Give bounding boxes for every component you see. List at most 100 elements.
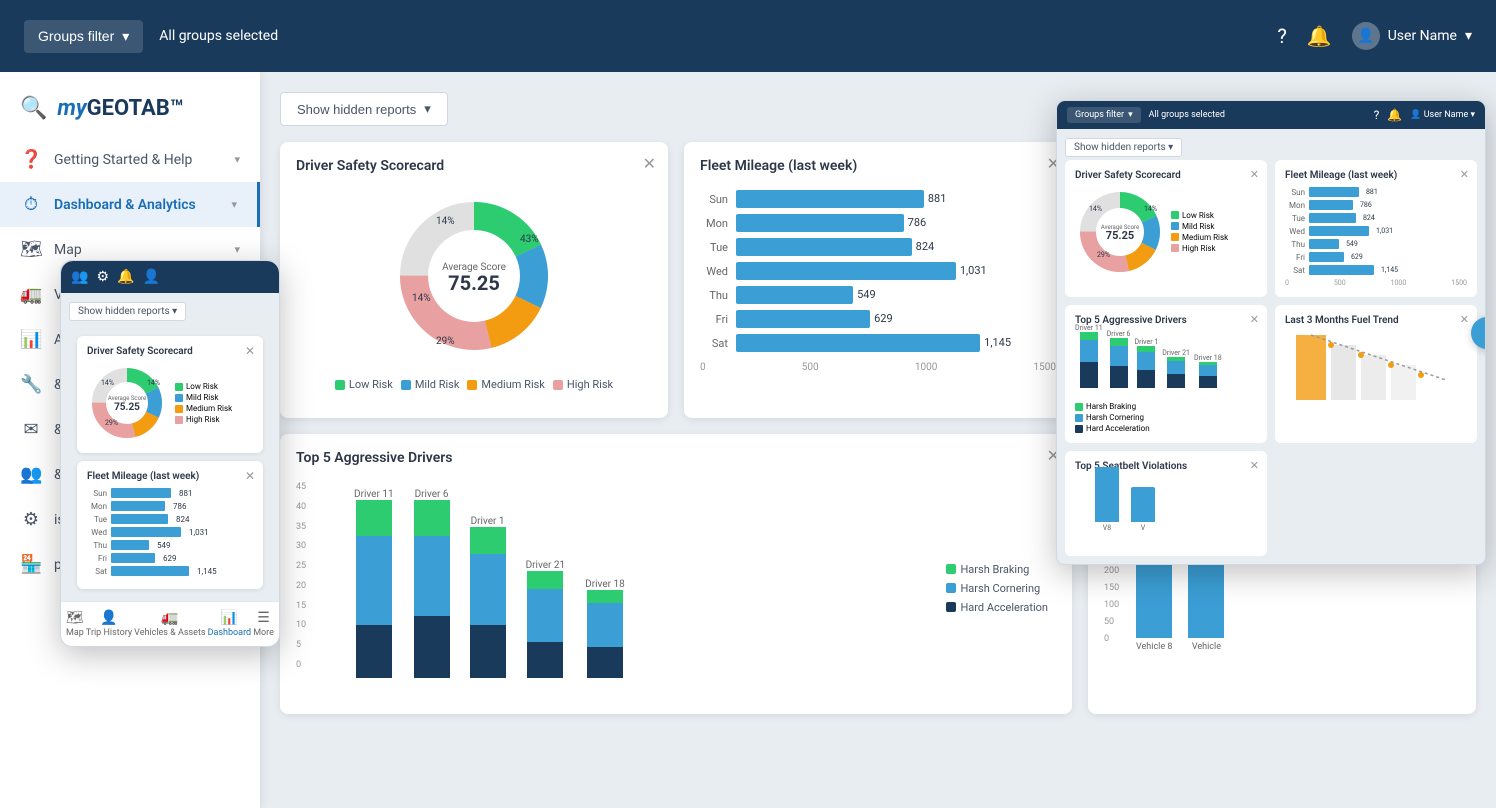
legend-medium-risk: Medium Risk (467, 378, 544, 391)
y-label: 20 (296, 581, 316, 591)
help-icon[interactable]: ? (1277, 24, 1286, 48)
ss2-close-btn[interactable]: ✕ (1460, 168, 1469, 181)
ss2-help-icon[interactable]: ? (1374, 108, 1380, 122)
dropdown-arrow-icon: ▾ (424, 101, 431, 117)
ss2-topnav: Groups filter▾ All groups selected ? 🔔 👤… (1057, 101, 1485, 129)
ss2-vehicle-bar: V (1131, 487, 1155, 532)
activity-icon: 📊 (20, 329, 42, 350)
y-label: 100 (1104, 600, 1128, 610)
ss2-fleet-mileage: Fleet Mileage (last week) ✕ Sun881 Mon78… (1275, 160, 1477, 297)
ss2-driver-label: Driver 11 (1075, 324, 1103, 332)
ss2-close-btn[interactable]: ✕ (1250, 168, 1259, 181)
y-label: 0 (296, 660, 316, 670)
svg-text:29%: 29% (1097, 251, 1110, 259)
driver-label: Driver 18 (585, 579, 625, 590)
stacked-bars: Driver 11 Driver 6 (324, 478, 938, 698)
mobile-nav-more[interactable]: ☰ More (253, 610, 274, 638)
close-button[interactable]: ✕ (643, 154, 656, 173)
harsh-cornering-dot (946, 583, 956, 593)
ss2-donut-legend: Low Risk Mild Risk Medium Risk High Risk (1171, 211, 1228, 253)
mini-nav-icon: 👤 (142, 269, 159, 285)
dashboard-icon: ⏱ (20, 194, 42, 215)
map-icon: 🗺 (20, 239, 42, 260)
ss2-close-btn[interactable]: ✕ (1250, 459, 1259, 472)
show-hidden-reports-button[interactable]: Show hidden reports ▾ (280, 92, 448, 126)
more-icon: ☰ (257, 610, 270, 626)
mild-risk-dot (401, 380, 411, 390)
y-label: 30 (296, 541, 316, 551)
driver-safety-card: Driver Safety Scorecard ✕ (280, 142, 668, 418)
mini-axis: 050010001500 (1285, 279, 1467, 287)
sidebar-item-dashboard[interactable]: ⏱ Dashboard & Analytics ▾ (0, 182, 260, 227)
svg-text:29%: 29% (105, 419, 118, 427)
chart-legend: Low Risk Mild Risk Medium Risk High (335, 378, 613, 391)
mobile-bottom-nav: 🗺 Map 👤 Trip History 🚛 Vehicles & Assets… (61, 601, 279, 646)
ss2-seatbelt: Top 5 Seatbelt Violations ✕ V8 V (1065, 451, 1267, 556)
bar-row-wed: Wed 1,031 (700, 262, 1056, 280)
y-label: 5 (296, 640, 316, 650)
bar-container: 824 (736, 238, 1056, 256)
axis-label: 1500 (1034, 362, 1056, 373)
ss2-driver-label: Driver 1 (1134, 338, 1158, 346)
harsh-cornering-label: Harsh Cornering (960, 582, 1040, 595)
fleet-mileage-chart: Sun 881 Mon 786 Tue (700, 186, 1056, 377)
screenshot-overlay-1: 👥 ⚙ 🔔 👤 Show hidden reports ▾ Driver Saf… (60, 260, 280, 647)
ss2-driver-label: Driver 18 (1194, 354, 1222, 362)
vehicles-icon: 🚛 (161, 610, 178, 626)
bar-label: Thu (700, 289, 728, 302)
bar-axis: 0 500 1000 1500 (700, 358, 1056, 373)
logo-text: myGEOTAB™ (57, 96, 183, 121)
mobile-nav-vehicles[interactable]: 🚛 Vehicles & Assets (134, 610, 205, 638)
axis-label: 0 (700, 362, 706, 373)
ss2-user[interactable]: 👤 User Name ▾ (1410, 110, 1475, 120)
dashboard-icon: 📊 (221, 610, 238, 626)
ss2-driver-label: Driver 6 (1107, 330, 1131, 338)
low-risk-dot (335, 380, 345, 390)
mobile-nav-map[interactable]: 🗺 Map (66, 610, 84, 638)
ss2-card-title: Last 3 Months Fuel Trend (1285, 315, 1467, 326)
trip-icon: 👤 (100, 610, 117, 626)
ss2-groups-filter[interactable]: Groups filter▾ (1067, 107, 1141, 123)
legend-harsh-cornering: Harsh Cornering (946, 582, 1048, 595)
score-value: 75.25 (448, 271, 500, 295)
ss2-bell-icon[interactable]: 🔔 (1387, 108, 1402, 122)
user-menu[interactable]: 👤 User Name ▾ (1352, 22, 1472, 50)
bar-fill (736, 262, 956, 280)
ss2-bar-1: Driver 1 (1134, 336, 1158, 388)
card-title: Driver Safety Scorecard (296, 158, 652, 174)
mini-fleet-mileage-card: Fleet Mileage (last week) ✕ Sun881 Mon78… (77, 461, 263, 589)
bar-fill (736, 214, 904, 232)
ss2-seatbelt-bars: V8 V (1075, 476, 1257, 546)
ss2-close-btn[interactable]: ✕ (1250, 313, 1259, 326)
mobile-nav-dashboard[interactable]: 📊 Dashboard (208, 610, 252, 638)
y-label: 45 (296, 482, 316, 492)
ss2-stacked-bars: Driver 11 Driver 6 Driver 1 (1075, 332, 1257, 402)
pct-label-pink: 29% (436, 336, 455, 347)
chevron-icon: ▾ (234, 243, 240, 256)
bar-value: 549 (857, 288, 1084, 301)
mobile-nav-label: More (253, 628, 274, 638)
mini-close-button[interactable]: ✕ (245, 344, 255, 358)
bar-fill (736, 238, 912, 256)
legend-high-risk: High Risk (553, 378, 613, 391)
notification-icon[interactable]: 🔔 (1307, 24, 1332, 48)
driver-bar-6: Driver 6 (414, 485, 450, 678)
ss2-close-btn[interactable]: ✕ (1460, 313, 1469, 326)
driver-bar-21: Driver 21 (526, 556, 566, 678)
harsh-brake-segment (587, 590, 623, 603)
bar-fill (736, 334, 980, 352)
mini-donut: Average Score 75.25 14% 14% 29% (87, 363, 167, 443)
ss2-show-hidden[interactable]: Show hidden reports ▾ (1065, 138, 1182, 157)
mini-close-button[interactable]: ✕ (245, 469, 255, 483)
donut-chart: Average Score 75.25 43% 14% 14% 29% (384, 186, 564, 366)
groups-filter-button[interactable]: Groups filter ▾ (24, 20, 143, 53)
ss2-fuel-svg (1285, 330, 1467, 410)
medium-risk-label: Medium Risk (481, 378, 544, 391)
svg-text:Average Score: Average Score (108, 395, 146, 402)
chevron-down-icon: ▾ (122, 28, 129, 45)
bar-fill (736, 286, 853, 304)
axis-label: 500 (802, 362, 819, 373)
mobile-nav-trip-history[interactable]: 👤 Trip History (86, 610, 132, 638)
bar-label: Fri (700, 313, 728, 326)
sidebar-item-getting-started[interactable]: ❓ Getting Started & Help ▾ (0, 137, 260, 182)
